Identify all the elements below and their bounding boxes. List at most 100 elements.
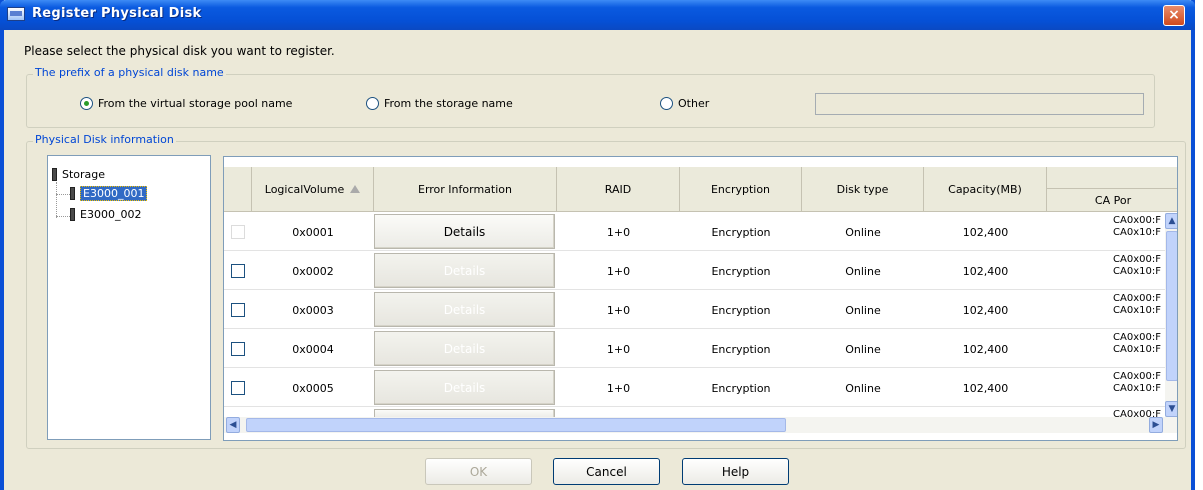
info-group-label: Physical Disk information <box>33 133 176 146</box>
tree-root-storage[interactable]: Storage <box>52 168 105 181</box>
cell-raid: 1+0 <box>606 303 631 317</box>
horizontal-scrollbar[interactable]: ◀ ▶ <box>224 417 1177 433</box>
register-physical-disk-window: Register Physical Disk × Please select t… <box>0 0 1195 490</box>
horizontal-scroll-thumb[interactable] <box>246 418 786 432</box>
column-header-logical-volume[interactable]: LogicalVolume <box>252 167 374 212</box>
cell-raid: 1+0 <box>606 381 631 395</box>
scroll-up-button[interactable]: ▲ <box>1165 213 1177 229</box>
window-title: Register Physical Disk <box>32 6 202 21</box>
header-label: RAID <box>604 182 632 196</box>
row-select-checkbox[interactable] <box>231 264 245 278</box>
tree-node-label: E3000_001 <box>80 186 148 201</box>
table-row[interactable]: 0x0002 Details 1+0 Encryption Online 102… <box>224 252 1177 290</box>
radio-other[interactable]: Other <box>660 97 709 110</box>
cell-encryption: Encryption <box>711 264 771 278</box>
scroll-right-button[interactable]: ▶ <box>1149 417 1163 433</box>
tree-item-e3000-001[interactable]: E3000_001 <box>70 186 148 201</box>
column-header-select[interactable] <box>224 167 252 212</box>
help-button[interactable]: Help <box>682 458 789 485</box>
details-button[interactable]: Details <box>374 214 555 249</box>
cell-disk-type: Online <box>845 264 881 278</box>
cell-raid: 1+0 <box>606 342 631 356</box>
vertical-scroll-thumb[interactable] <box>1166 231 1177 381</box>
radio-label: Other <box>678 97 710 110</box>
close-button[interactable]: × <box>1163 5 1185 26</box>
cell-logical-volume: 0x0004 <box>292 342 334 356</box>
cell-disk-type: Online <box>845 381 881 395</box>
storage-tree: Storage E3000_001 E3000_002 <box>47 155 211 440</box>
cell-capacity: 102,400 <box>962 225 1009 239</box>
cell-ca-port: CA0x00:F CA0x10:F <box>1113 254 1161 277</box>
cell-capacity: 102,400 <box>962 303 1009 317</box>
scroll-left-button[interactable]: ◀ <box>226 417 240 433</box>
column-header-encryption[interactable]: Encryption <box>680 167 802 212</box>
cell-capacity: 102,400 <box>962 342 1009 356</box>
prefix-group-label: The prefix of a physical disk name <box>33 66 226 79</box>
column-header-error-information[interactable]: Error Information <box>374 167 557 212</box>
cell-capacity: 102,400 <box>962 264 1009 278</box>
tree-node-label: E3000_002 <box>80 208 142 221</box>
cell-logical-volume: 0x0005 <box>292 381 334 395</box>
cancel-button[interactable]: Cancel <box>553 458 660 485</box>
cell-raid: 1+0 <box>606 264 631 278</box>
table-row[interactable]: 0x0005 Details 1+0 Encryption Online 102… <box>224 369 1177 407</box>
details-button: Details <box>374 370 555 405</box>
cell-disk-type: Online <box>845 303 881 317</box>
details-button-partial <box>374 409 555 417</box>
column-header-ca-port[interactable]: CA Por <box>1047 189 1177 212</box>
sort-ascending-icon <box>350 185 361 193</box>
disk-icon <box>70 187 75 200</box>
row-select-checkbox <box>231 225 245 239</box>
radio-button-selected[interactable] <box>80 97 93 110</box>
cell-ca-port: CA0x00:F CA0x10:F <box>1113 332 1161 355</box>
cell-encryption: Encryption <box>711 381 771 395</box>
header-label: Error Information <box>418 182 512 196</box>
title-bar: Register Physical Disk × <box>0 0 1195 30</box>
ok-button: OK <box>425 458 532 485</box>
instruction-text: Please select the physical disk you want… <box>24 44 335 58</box>
details-button: Details <box>374 331 555 366</box>
header-label: Capacity(MB) <box>948 182 1022 196</box>
cell-logical-volume: 0x0002 <box>292 264 334 278</box>
table-row[interactable]: 0x0003 Details 1+0 Encryption Online 102… <box>224 291 1177 329</box>
row-select-checkbox[interactable] <box>231 381 245 395</box>
header-label: LogicalVolume <box>264 182 345 196</box>
cell-ca-port: CA0x00:F CA0x10:F <box>1113 293 1161 316</box>
details-button: Details <box>374 292 555 327</box>
cell-encryption: Encryption <box>711 303 771 317</box>
cell-ca-port: CA0x00:F CA0x10:F <box>1113 215 1161 238</box>
vertical-scrollbar[interactable]: ▲ ▼ <box>1165 213 1177 417</box>
cell-capacity: 102,400 <box>962 381 1009 395</box>
storage-disk-icon <box>52 168 57 181</box>
table-row[interactable]: 0x0004 Details 1+0 Encryption Online 102… <box>224 330 1177 368</box>
cell-disk-type: Online <box>845 342 881 356</box>
column-header-capacity[interactable]: Capacity(MB) <box>924 167 1047 212</box>
column-header-raid[interactable]: RAID <box>557 167 680 212</box>
cell-logical-volume: 0x0001 <box>292 225 334 239</box>
radio-virtual-storage-pool[interactable]: From the virtual storage pool name <box>80 97 292 110</box>
window-app-icon <box>7 7 25 21</box>
radio-label: From the storage name <box>384 97 513 110</box>
tree-item-e3000-002[interactable]: E3000_002 <box>70 208 141 221</box>
radio-storage-name[interactable]: From the storage name <box>366 97 513 110</box>
other-prefix-input[interactable] <box>815 93 1144 115</box>
radio-button[interactable] <box>366 97 379 110</box>
header-label: Disk type <box>836 182 889 196</box>
radio-button[interactable] <box>660 97 673 110</box>
details-button: Details <box>374 253 555 288</box>
table-row[interactable]: 0x0001 Details 1+0 Encryption Online 102… <box>224 213 1177 251</box>
row-select-checkbox[interactable] <box>231 303 245 317</box>
disk-icon <box>70 208 75 221</box>
row-select-checkbox[interactable] <box>231 342 245 356</box>
tree-node-label: Storage <box>62 168 106 181</box>
cell-raid: 1+0 <box>606 225 631 239</box>
column-header-disk-type[interactable]: Disk type <box>802 167 924 212</box>
scroll-down-button[interactable]: ▼ <box>1165 401 1177 417</box>
radio-label: From the virtual storage pool name <box>98 97 293 110</box>
cell-disk-type: Online <box>845 225 881 239</box>
cell-encryption: Encryption <box>711 225 771 239</box>
physical-disk-table: LogicalVolume Error Information RAID Enc… <box>223 156 1178 441</box>
header-label: Encryption <box>710 182 771 196</box>
header-label: CA Por <box>1094 193 1132 207</box>
cell-ca-port: CA0x00:F <box>1113 409 1161 417</box>
